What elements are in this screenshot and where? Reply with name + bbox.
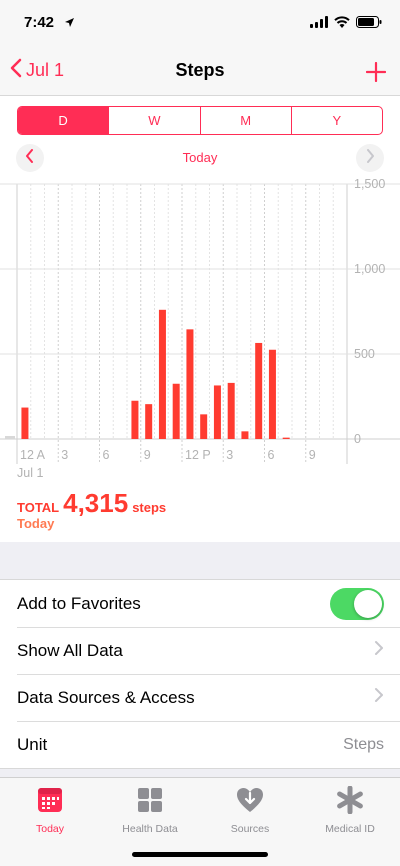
show-all-data-row[interactable]: Show All Data <box>0 627 400 674</box>
total-label: TOTAL <box>17 500 60 515</box>
grid-icon <box>135 786 165 819</box>
total-value: 4,315 <box>63 488 129 518</box>
step-bar[interactable] <box>241 431 249 439</box>
tab-label: Health Data <box>122 823 178 835</box>
y-axis-ticks: 1,500 1,000 500 0 <box>354 177 385 446</box>
nav-bar: Jul 1 Steps <box>0 44 400 96</box>
x-tick-label: 12 P <box>185 448 211 462</box>
favorites-toggle[interactable] <box>330 587 384 620</box>
next-date-button[interactable] <box>356 144 384 172</box>
x-tick-label: 3 <box>61 448 68 462</box>
total-summary: TOTAL 4,315 steps <box>17 488 166 519</box>
unit-value: Steps <box>343 735 384 753</box>
asterisk-icon <box>335 785 365 819</box>
add-to-favorites-row: Add to Favorites <box>0 580 400 627</box>
step-bar[interactable] <box>158 309 166 439</box>
unit-label: Unit <box>17 734 48 754</box>
date-label: Today <box>182 150 218 165</box>
status-time: 7:42 <box>24 14 55 31</box>
status-bar: 7:42 <box>0 0 400 44</box>
battery-icon <box>356 15 382 33</box>
chevron-right-icon <box>365 148 375 168</box>
date-navigator: Today <box>0 144 400 172</box>
chevron-right-icon <box>374 640 384 661</box>
heart-download-icon <box>235 786 265 819</box>
tab-medical-id[interactable]: Medical ID <box>300 778 400 866</box>
period-segmented-control: D W M Y <box>17 106 383 135</box>
unit-row[interactable]: Unit Steps <box>0 721 400 768</box>
x-tick-label: 9 <box>144 448 151 462</box>
show-all-data-label: Show All Data <box>17 640 123 660</box>
chart-bars <box>21 309 290 439</box>
x-tick-label: 3 <box>226 448 233 462</box>
segment-week[interactable]: W <box>108 107 199 134</box>
x-tick-label: 6 <box>103 448 110 462</box>
tab-today[interactable]: Today <box>0 778 100 866</box>
y-tick-label: 1,500 <box>354 177 385 191</box>
plus-icon <box>365 56 387 89</box>
step-bar[interactable] <box>255 342 263 439</box>
step-bar[interactable] <box>200 414 208 439</box>
step-bar[interactable] <box>21 407 29 439</box>
add-to-favorites-label: Add to Favorites <box>17 593 141 613</box>
data-sources-row[interactable]: Data Sources & Access <box>0 674 400 721</box>
total-unit: steps <box>132 500 167 515</box>
step-bar[interactable] <box>282 437 290 439</box>
x-tick-label: 6 <box>268 448 275 462</box>
segment-month[interactable]: M <box>199 107 291 134</box>
settings-list: Add to Favorites Show All Data Data Sour… <box>0 579 400 769</box>
step-bar[interactable] <box>172 383 180 439</box>
home-indicator <box>132 852 268 857</box>
y-tick-label: 0 <box>354 432 361 446</box>
signal-icon <box>310 15 328 33</box>
wifi-icon <box>334 15 350 33</box>
step-bar[interactable] <box>145 404 153 439</box>
data-sources-label: Data Sources & Access <box>17 687 195 707</box>
steps-chart: 1,500 1,000 500 0 12 A 3 6 9 12 P 3 6 9 Jul 1 <box>0 177 400 480</box>
baseline-stub <box>5 436 15 439</box>
step-bar[interactable] <box>131 400 139 439</box>
calendar-icon <box>35 786 65 819</box>
segment-year[interactable]: Y <box>290 107 382 134</box>
y-tick-label: 1,000 <box>354 262 385 276</box>
segment-day[interactable]: D <box>18 107 109 134</box>
chart-grid <box>0 183 400 464</box>
tab-label: Medical ID <box>325 823 375 835</box>
page-title: Steps <box>175 60 225 80</box>
add-data-button[interactable] <box>365 54 387 89</box>
chevron-right-icon <box>374 687 384 708</box>
tab-label: Today <box>35 823 65 835</box>
x-axis-ticks: 12 A 3 6 9 12 P 3 6 9 Jul 1 <box>17 448 316 480</box>
chart-section: D W M Y Today 1,500 1,000 500 0 12 A 3 6 9 12 P… <box>0 96 400 542</box>
total-period: Today <box>17 516 55 531</box>
x-tick-label: 12 A <box>20 448 46 462</box>
location-arrow-icon <box>64 15 75 33</box>
x-tick-label: 9 <box>309 448 316 462</box>
y-tick-label: 500 <box>354 347 375 361</box>
step-bar[interactable] <box>268 349 276 439</box>
step-bar[interactable] <box>213 385 221 439</box>
toggle-knob <box>354 589 382 618</box>
step-bar[interactable] <box>186 329 194 439</box>
x-date-label: Jul 1 <box>17 466 43 480</box>
step-bar[interactable] <box>227 382 235 439</box>
tab-label: Sources <box>230 823 270 835</box>
